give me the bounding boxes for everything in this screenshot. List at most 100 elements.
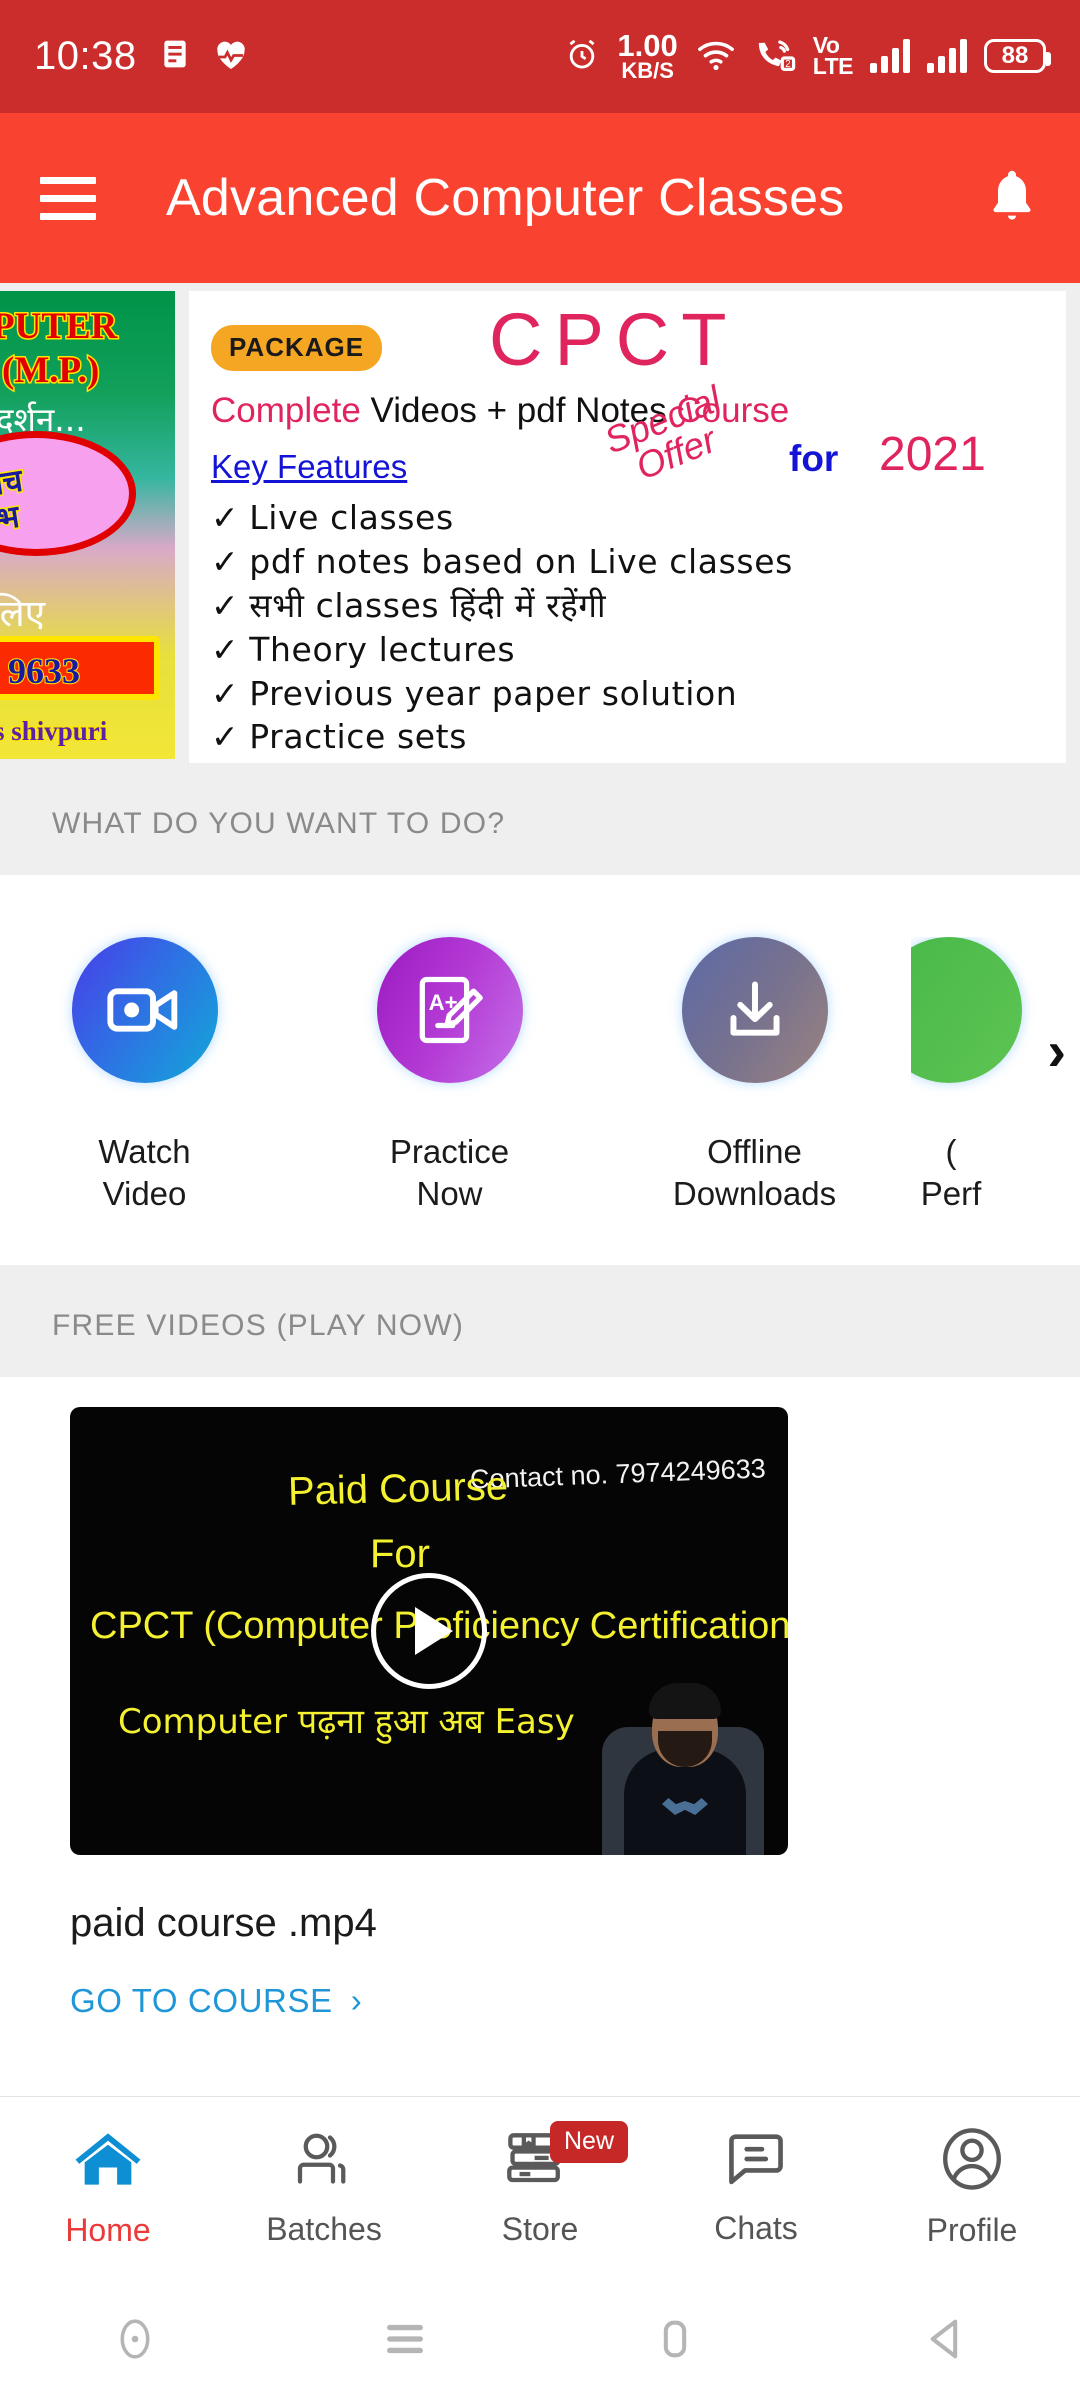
promo-banner-previous[interactable]: PUTER (M.P.) दर्शन... बीच ारम्भ लिए 9633… <box>0 291 175 759</box>
actions-section-header: WHAT DO YOU WANT TO DO? <box>0 763 1080 875</box>
thumbnail-contact: Contact no. 7974249633 <box>469 1453 767 1495</box>
free-video-card[interactable]: Contact no. 7974249633 Paid Course For C… <box>0 1377 1080 2096</box>
action-watch-video[interactable]: Watch Video <box>0 937 297 1215</box>
go-to-course-link[interactable]: GO TO COURSE › <box>70 1982 1080 2020</box>
action-label-line-1: ( <box>945 1133 957 1170</box>
home-square-icon[interactable] <box>540 2311 810 2367</box>
check-icon: ✓ <box>211 498 240 537</box>
nav-item-batches[interactable]: Batches <box>216 2097 432 2278</box>
list-item: ✓ Previous year paper solution <box>211 672 1040 716</box>
check-icon: ✓ <box>211 717 240 757</box>
page-title: Advanced Computer Classes <box>166 169 845 227</box>
ad-footer: es shivpuri <box>0 715 109 748</box>
list-item: ✓ Theory lectures <box>211 628 1040 672</box>
performance-icon <box>911 937 1022 1083</box>
key-features-label: Key Features <box>211 448 408 485</box>
signal-icon <box>870 39 910 74</box>
nav-item-profile[interactable]: Profile <box>864 2097 1080 2278</box>
home-icon <box>71 2127 145 2196</box>
speed-value: 1.00 <box>617 28 678 64</box>
feature-text: Theory lectures <box>249 629 516 669</box>
action-label-line-1: Watch <box>98 1133 191 1170</box>
presenter-inset <box>588 1650 778 1855</box>
nav-label: Batches <box>266 2210 382 2247</box>
cpct-subtitle-part-1: Complete <box>211 391 361 430</box>
speed-unit: KB/S <box>621 57 674 83</box>
action-offline-downloads[interactable]: Offline Downloads <box>602 937 907 1215</box>
ad-line-1: PUTER <box>0 305 119 349</box>
cpct-feature-list: ✓ Live classes ✓ pdf notes based on Live c… <box>211 496 1040 759</box>
heart-health-icon <box>213 37 249 76</box>
nav-label: Chats <box>714 2209 798 2246</box>
list-item: ✓ सभी classes हिंदी में रहेंगी <box>211 584 1040 628</box>
nav-label: Profile <box>926 2211 1018 2248</box>
cpct-title: CPCT <box>489 298 739 381</box>
volte-icon: Vo LTE <box>812 34 854 80</box>
battery-icon: 88 <box>984 39 1051 74</box>
app-bar: Advanced Computer Classes <box>0 113 1080 283</box>
download-icon <box>681 937 828 1083</box>
action-label: ( Perf <box>921 1131 982 1215</box>
quick-actions-row[interactable]: Watch Video A+ Practice Now Offline Down… <box>0 875 1080 1265</box>
action-label: Offline Downloads <box>673 1131 836 1215</box>
video-thumbnail[interactable]: Contact no. 7974249633 Paid Course For C… <box>70 1407 788 1855</box>
presenter-hair <box>649 1683 721 1719</box>
list-item: ✓ Practice sets <box>211 715 1040 759</box>
feature-text: Practice sets <box>249 717 467 757</box>
video-camera-icon <box>71 937 218 1083</box>
profile-icon <box>939 2127 1005 2196</box>
package-badge: PACKAGE <box>211 325 383 371</box>
action-label-line-2: Video <box>102 1175 187 1213</box>
chevron-right-icon: › <box>350 1982 363 2019</box>
alarm-icon <box>564 36 600 77</box>
wifi-icon <box>695 37 737 76</box>
ad-oval-badge: बीच ारम्भ <box>0 431 136 556</box>
nav-item-store[interactable]: New Store <box>432 2097 648 2278</box>
volte-bottom: LTE <box>812 53 854 80</box>
recent-dot-icon[interactable] <box>0 2311 270 2367</box>
nav-item-home[interactable]: Home <box>0 2097 216 2278</box>
android-system-nav <box>0 2278 1080 2400</box>
offer-year: 2021 <box>879 428 986 481</box>
status-bar-left: 10:38 <box>34 34 249 79</box>
network-speed-indicator: 1.00 KB/S <box>617 28 678 83</box>
feature-text: Previous year paper solution <box>249 673 738 713</box>
call-wifi-icon: 2 <box>754 36 796 77</box>
chat-icon <box>721 2129 791 2194</box>
promo-banner-cpct[interactable]: PACKAGE CPCT Complete Videos + pdf Notes… <box>189 291 1066 763</box>
status-bar-right: 1.00 KB/S 2 Vo LTE 88 <box>564 28 1051 83</box>
status-time: 10:38 <box>34 34 137 78</box>
for-label: for <box>789 438 839 479</box>
nav-label: Home <box>65 2211 151 2248</box>
scroll-content[interactable]: PUTER (M.P.) दर्शन... बीच ारम्भ लिए 9633… <box>0 283 1080 2096</box>
menu-lines-icon[interactable] <box>270 2311 540 2367</box>
action-check-performance[interactable]: ( Perf <box>911 937 1061 1215</box>
feature-text: Live classes <box>249 498 454 537</box>
action-label: Practice Now <box>390 1131 509 1215</box>
hamburger-menu-icon[interactable] <box>40 176 96 220</box>
ad-phone-box: 9633 <box>0 636 160 700</box>
list-item: ✓ pdf notes based on Live classes <box>211 540 1040 584</box>
video-title: paid course .mp4 <box>70 1901 377 1945</box>
promo-banner-carousel[interactable]: PUTER (M.P.) दर्शन... बीच ारम्भ लिए 9633… <box>0 283 1080 763</box>
chevron-right-icon[interactable]: › <box>1047 1023 1066 1079</box>
svg-text:2: 2 <box>785 59 790 70</box>
action-label-line-1: Offline <box>707 1133 802 1170</box>
thumbnail-line-2: For <box>370 1532 430 1576</box>
people-icon <box>289 2128 359 2195</box>
nav-item-chats[interactable]: Chats <box>648 2097 864 2278</box>
feature-text: pdf notes based on Live classes <box>249 541 793 581</box>
action-practice-now[interactable]: A+ Practice Now <box>297 937 602 1215</box>
list-item: ✓ Live classes <box>211 496 1040 540</box>
battery-level: 88 <box>1001 42 1029 70</box>
a-plus-pencil-icon: A+ <box>376 937 523 1083</box>
action-label-line-1: Practice <box>389 1133 510 1170</box>
thumbnail-line-1: Paid Course <box>287 1464 509 1514</box>
back-triangle-icon[interactable] <box>810 2311 1080 2367</box>
go-to-course-label: GO TO COURSE <box>70 1982 333 2019</box>
ad-phone-number: 9633 <box>7 650 81 692</box>
feature-text: सभी classes हिंदी में रहेंगी <box>249 585 607 625</box>
signal-icon <box>927 39 967 74</box>
bell-icon[interactable] <box>984 165 1040 232</box>
play-icon[interactable] <box>371 1573 487 1689</box>
